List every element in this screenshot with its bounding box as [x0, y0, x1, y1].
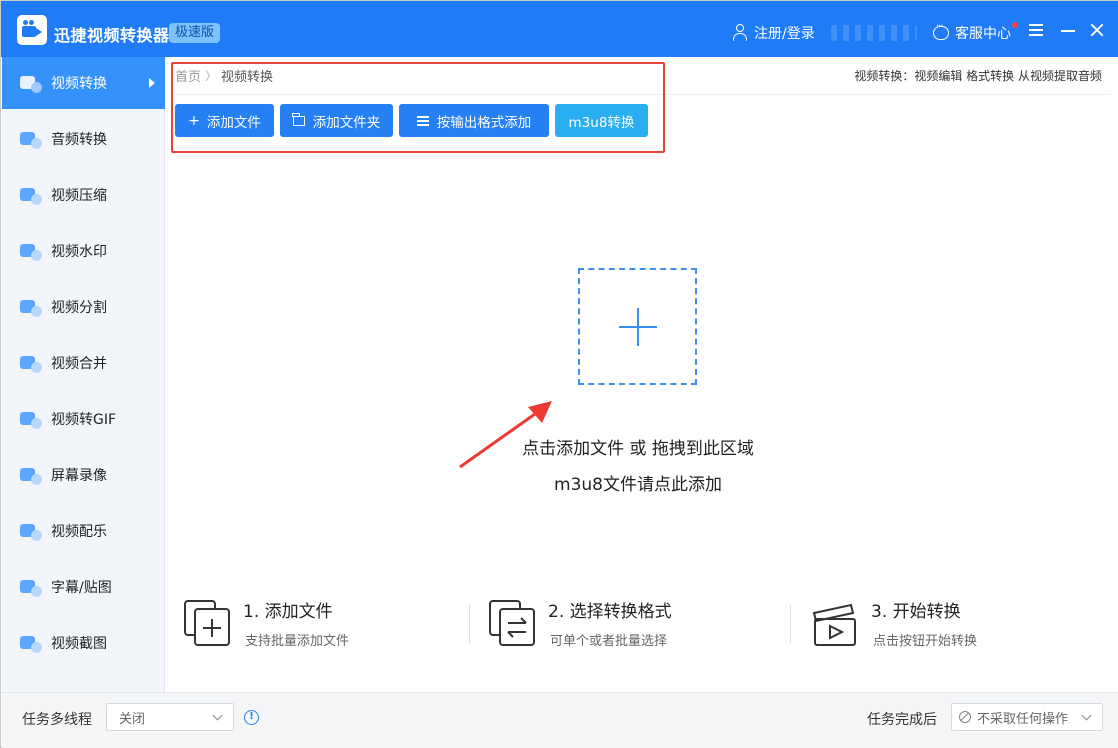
after-task-label: 任务完成后 [867, 712, 937, 728]
sidebar-item-label: 视频压缩 [51, 188, 107, 204]
feature-links[interactable]: 视频转换：视频编辑 格式转换 从视频提取音频 [854, 67, 1102, 84]
app-logo-icon [17, 15, 47, 45]
user-info-blurred [831, 25, 917, 41]
edition-badge: 极速版 [169, 23, 221, 43]
m3u8-hint[interactable]: m3u8文件请点此添加 [166, 470, 1110, 495]
step-title: 3. 开始转换 [871, 602, 961, 622]
login-button[interactable]: 注册/登录 [732, 23, 815, 43]
step-title: 2. 选择转换格式 [548, 602, 672, 622]
user-icon [732, 24, 748, 42]
sidebar-item-screen-record[interactable]: 屏幕录像 [2, 449, 165, 501]
sidebar-item-label: 视频配乐 [51, 524, 107, 540]
sidebar-item-video-merge[interactable]: 视频合并 [2, 337, 165, 389]
video-split-icon [20, 297, 42, 317]
step-desc: 点击按钮开始转换 [873, 634, 978, 649]
multithread-label: 任务多线程 [22, 712, 92, 728]
login-label: 注册/登录 [754, 26, 815, 42]
video-merge-icon [20, 353, 42, 373]
select-format-step-icon [489, 600, 535, 646]
sidebar-item-label: 视频转换 [51, 76, 107, 92]
sidebar-item-subtitle-sticker[interactable]: 字幕/贴图 [2, 561, 165, 613]
main-panel: 首页 〉 视频转换 视频转换：视频编辑 格式转换 从视频提取音频 + 添加文件 … [166, 57, 1118, 692]
info-icon[interactable]: ! [244, 710, 259, 725]
sidebar-item-label: 视频水印 [51, 244, 107, 260]
sidebar-item-video-watermark[interactable]: 视频水印 [2, 225, 165, 277]
chevron-down-icon [1081, 710, 1092, 721]
bottom-bar: 任务多线程 关闭 ! 任务完成后 不采取任何操作 [2, 692, 1118, 748]
notification-dot [1012, 22, 1018, 28]
sidebar-item-video-compress[interactable]: 视频压缩 [2, 169, 165, 221]
after-task-select[interactable]: 不采取任何操作 [951, 703, 1103, 731]
sidebar-item-label: 视频转GIF [51, 412, 117, 428]
step-title: 1. 添加文件 [243, 602, 333, 622]
add-file-step-icon [184, 600, 230, 646]
sidebar: 视频转换 音频转换 视频压缩 视频水印 视频分割 视频合并 视频转GIF 屏幕录… [2, 57, 165, 692]
app-window: 迅捷视频转换器 极速版 注册/登录 客服中心 视频转换 音频转换 [0, 0, 1118, 748]
video-music-icon [20, 521, 42, 541]
add-plus-icon [618, 307, 657, 346]
step-desc: 可单个或者批量选择 [550, 634, 668, 649]
sidebar-item-label: 音频转换 [51, 132, 107, 148]
sidebar-item-label: 视频合并 [51, 356, 107, 372]
sidebar-item-video-music[interactable]: 视频配乐 [2, 505, 165, 557]
minimize-icon[interactable] [1057, 19, 1079, 41]
ban-icon [959, 711, 971, 723]
sidebar-item-video-split[interactable]: 视频分割 [2, 281, 165, 333]
sidebar-item-audio-convert[interactable]: 音频转换 [2, 113, 165, 165]
sidebar-item-video-convert[interactable]: 视频转换 [2, 57, 165, 109]
step-divider [790, 605, 791, 643]
drop-zone[interactable] [578, 268, 697, 385]
audio-convert-icon [20, 129, 42, 149]
close-icon[interactable] [1086, 19, 1108, 41]
screen-record-icon [20, 465, 42, 485]
video-screenshot-icon [20, 633, 42, 653]
sidebar-item-video-gif[interactable]: 视频转GIF [2, 393, 165, 445]
chevron-down-icon [212, 710, 223, 721]
customer-service-button[interactable]: 客服中心 [933, 21, 1011, 43]
chevron-right-icon [149, 78, 155, 88]
app-title: 迅捷视频转换器 [54, 26, 170, 45]
steps-guide: 1. 添加文件 支持批量添加文件 2. 选择转换格式 可单个或者批量选择 3. … [166, 595, 1118, 655]
sidebar-item-video-screenshot[interactable]: 视频截图 [2, 617, 165, 669]
title-bar: 迅捷视频转换器 极速版 注册/登录 客服中心 [1, 1, 1118, 57]
clapperboard-icon [812, 603, 856, 646]
step-divider [469, 605, 470, 643]
highlight-box [171, 62, 665, 153]
step-desc: 支持批量添加文件 [245, 634, 350, 649]
sidebar-item-label: 视频截图 [51, 636, 107, 652]
after-task-value: 不采取任何操作 [977, 711, 1069, 727]
video-compress-icon [20, 185, 42, 205]
sidebar-item-label: 视频分割 [51, 300, 107, 316]
drop-hint: 点击添加文件 或 拖拽到此区域 [522, 439, 754, 459]
video-gif-icon [20, 409, 42, 429]
multithread-value: 关闭 [119, 711, 146, 727]
menu-icon[interactable] [1025, 19, 1047, 41]
service-label: 客服中心 [955, 26, 1011, 42]
multithread-select[interactable]: 关闭 [106, 703, 234, 731]
sidebar-item-label: 字幕/贴图 [51, 580, 112, 596]
video-watermark-icon [20, 241, 42, 261]
video-convert-icon [20, 73, 42, 93]
sidebar-item-label: 屏幕录像 [51, 468, 107, 484]
chat-icon [933, 21, 949, 40]
subtitle-sticker-icon [20, 577, 42, 597]
